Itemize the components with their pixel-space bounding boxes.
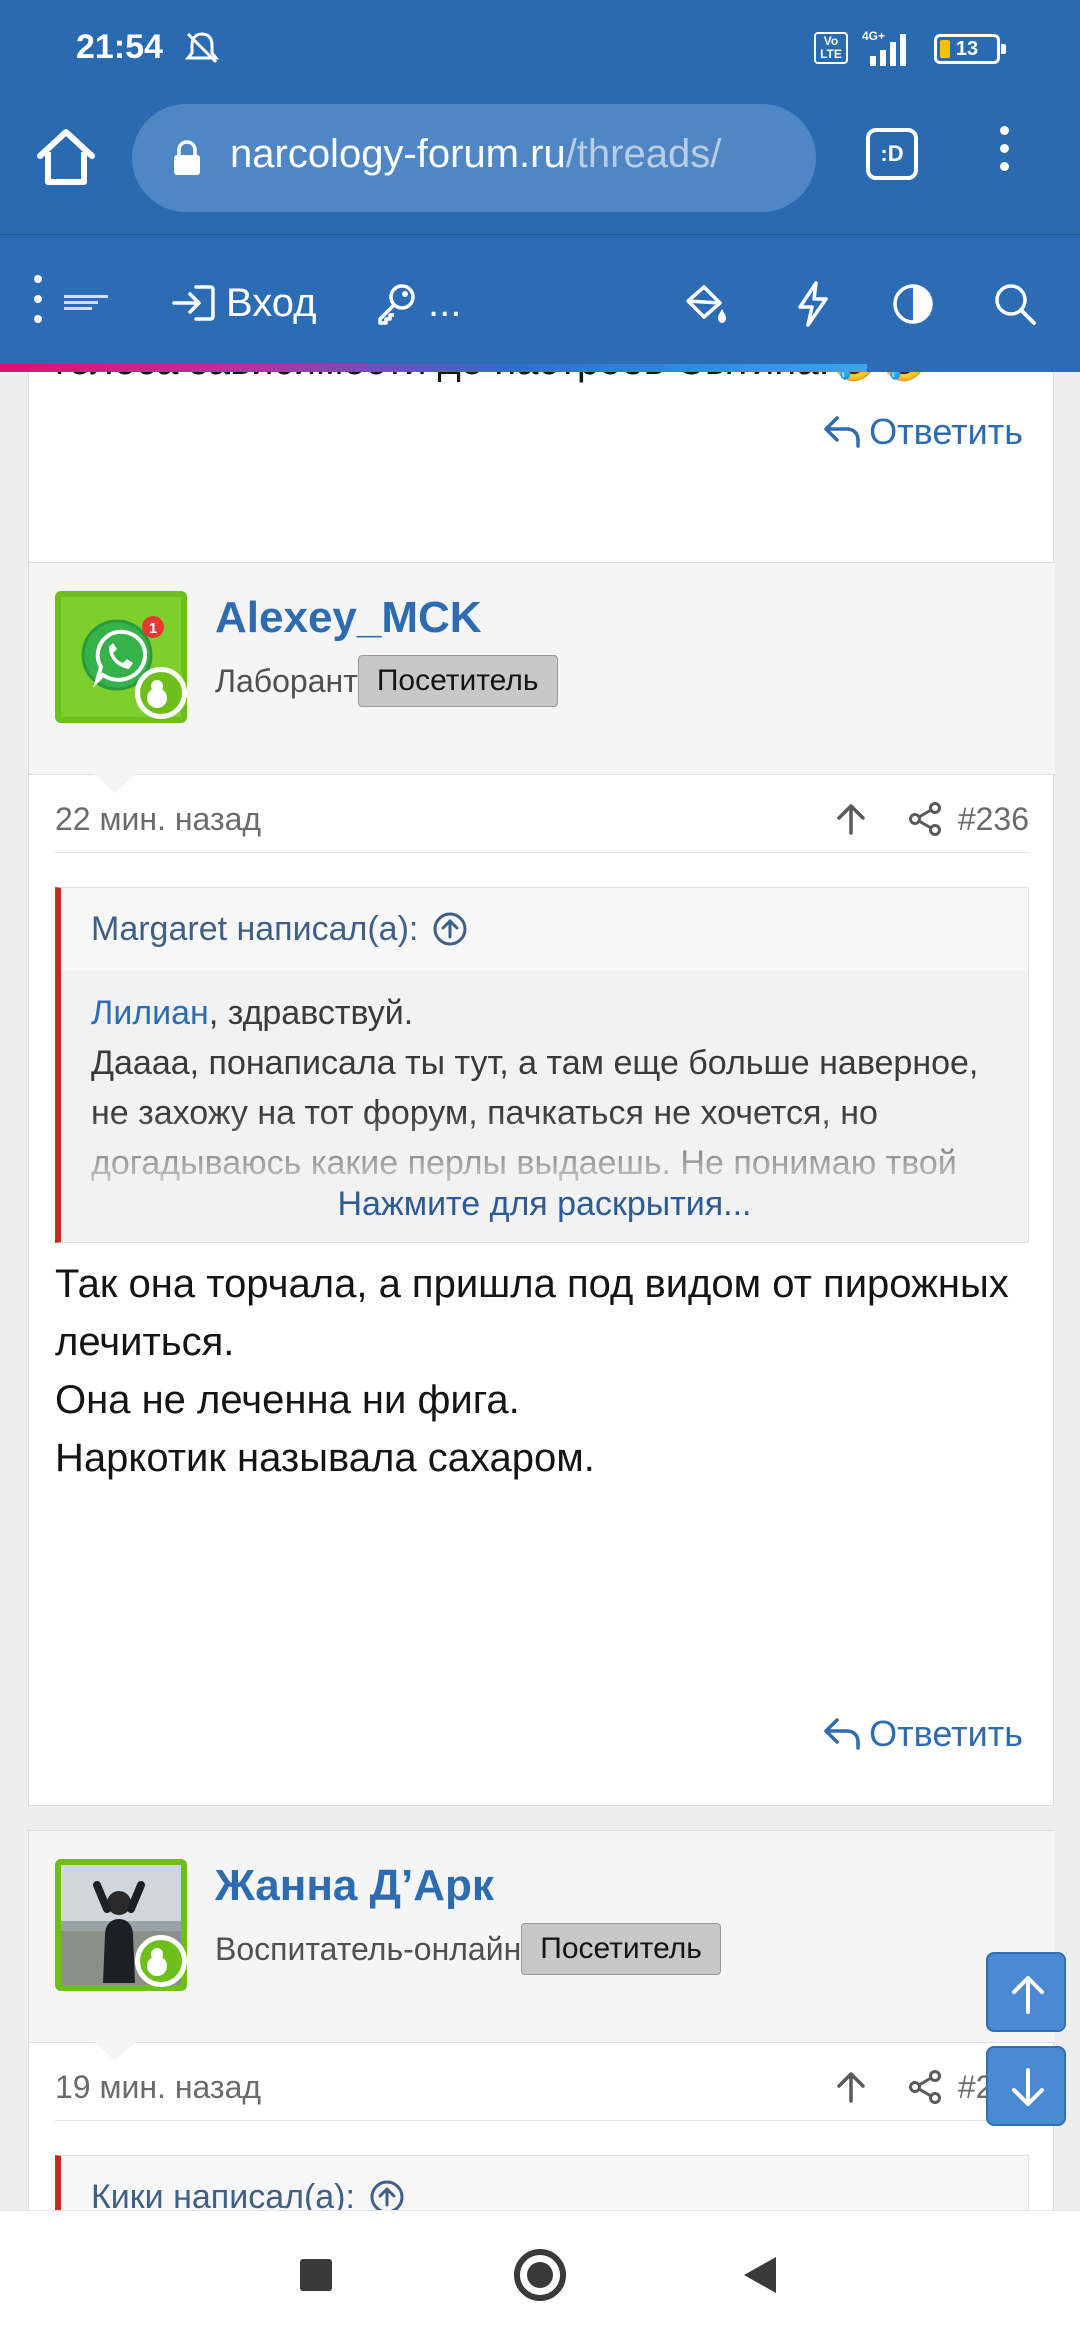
online-status-icon <box>135 1935 187 1987</box>
recents-button[interactable] <box>300 2259 332 2291</box>
signal-icon: 4G+ <box>862 29 906 66</box>
system-navigation-bar <box>0 2210 1080 2340</box>
login-icon <box>172 285 215 321</box>
user-block-pointer <box>93 773 137 793</box>
do-not-disturb-icon <box>184 32 220 64</box>
address-bar[interactable]: narcology-forum.ru/threads/ <box>132 104 816 212</box>
username[interactable]: Alexey_MCK <box>215 593 482 643</box>
reply-button[interactable]: Ответить <box>823 1713 1023 1755</box>
key-icon <box>378 284 415 325</box>
user-badge: Посетитель <box>521 1923 721 1975</box>
user-rank: Лаборант <box>215 662 358 699</box>
go-to-quote-icon[interactable] <box>432 911 468 947</box>
quote-header[interactable]: Margaret написал(а): <box>61 888 1028 970</box>
quote-block: Margaret написал(а): Лилиан, здравствуй.… <box>55 887 1029 1243</box>
post-body: Так она торчала, а пришла под видом от п… <box>55 1255 1029 1487</box>
quote-author: Кики написал(а): <box>91 2177 355 2211</box>
register-link[interactable]: ... <box>374 275 461 331</box>
go-to-quote-icon[interactable] <box>369 2179 405 2210</box>
share-icon[interactable] <box>907 2069 943 2105</box>
forum-navigation: Вход ... <box>0 234 1080 372</box>
page-progress-bar <box>0 364 1080 372</box>
forum-logo[interactable] <box>64 295 108 310</box>
reply-label: Ответить <box>869 411 1023 452</box>
mention-link[interactable]: Лилиан <box>91 994 209 1032</box>
battery-level: 13 <box>955 38 979 60</box>
post-number[interactable]: #236 <box>958 801 1029 838</box>
user-block-pointer <box>93 2041 137 2061</box>
lock-icon <box>174 140 200 175</box>
url-text: narcology-forum.ru/threads/ <box>230 132 721 177</box>
post-text-line: голоса зависимости до настроев Сытина.🤣🤣 <box>55 372 929 384</box>
user-title: Лаборант Посетитель <box>215 655 558 707</box>
user-title: Воспитатель-онлайн Посетитель <box>215 1923 721 1975</box>
home-button[interactable] <box>514 2249 566 2301</box>
post-time[interactable]: 19 мин. назад <box>55 2069 261 2106</box>
arrow-up-icon[interactable] <box>833 801 869 837</box>
reply-label: Ответить <box>869 1713 1023 1754</box>
network-type: 4G+ <box>862 29 885 43</box>
nav-menu-icon[interactable] <box>34 275 48 335</box>
thread-content: голоса зависимости до настроев Сытина.🤣🤣… <box>0 372 1080 2210</box>
avatar-notification-count: 1 <box>149 620 157 637</box>
arrow-up-icon <box>1012 1976 1044 2014</box>
url-path: /threads/ <box>565 132 722 176</box>
scroll-bottom-button[interactable] <box>986 2046 1066 2126</box>
url-domain: narcology-forum.ru <box>230 132 566 176</box>
quote-block: Кики написал(а): <box>55 2155 1029 2210</box>
back-button[interactable] <box>744 2257 776 2293</box>
browser-menu-icon[interactable] <box>984 120 1024 184</box>
status-bar: 21:54 Vo LTE 4G+ 13 <box>0 0 1080 96</box>
arrow-down-icon <box>1012 2068 1044 2106</box>
status-time: 21:54 <box>76 28 163 66</box>
post-meta: 22 мин. назад #236 <box>55 795 1029 853</box>
arrow-up-icon[interactable] <box>833 2069 869 2105</box>
quote-header[interactable]: Кики написал(а): <box>61 2156 1028 2210</box>
user-rank: Воспитатель-онлайн <box>215 1930 522 1967</box>
reply-icon <box>824 416 860 448</box>
post: Жанна Д’Арк Воспитатель-онлайн Посетител… <box>28 1830 1055 2210</box>
post-time[interactable]: 22 мин. назад <box>55 801 261 838</box>
post: 1 Alexey_MCK Лаборант Посетитель 22 мин.… <box>28 562 1055 1806</box>
user-block: 1 Alexey_MCK Лаборант Посетитель <box>29 563 1055 775</box>
tabs-button[interactable]: :D <box>866 128 918 180</box>
more-label: ... <box>428 280 462 325</box>
battery-icon: 13 <box>934 34 1006 64</box>
quote-author: Margaret написал(а): <box>91 909 419 948</box>
browser-toolbar: narcology-forum.ru/threads/ :D <box>0 96 1080 234</box>
post-body-line: Наркотик называла сахаром. <box>55 1436 595 1480</box>
reply-button[interactable]: Ответить <box>823 411 1023 453</box>
post-meta: 19 мин. назад #237 <box>55 2063 1029 2121</box>
lightning-icon[interactable] <box>788 279 838 329</box>
quote-greeting: , здравствуй. <box>208 994 414 1032</box>
login-label: Вход <box>226 280 317 325</box>
login-link[interactable]: Вход <box>172 275 317 331</box>
home-icon[interactable] <box>30 122 102 194</box>
volte-icon: Vo LTE <box>814 32 848 64</box>
user-block: Жанна Д’Арк Воспитатель-онлайн Посетител… <box>29 1831 1055 2043</box>
contrast-icon[interactable] <box>888 279 938 329</box>
expand-quote-link[interactable]: Нажмите для раскрытия... <box>61 1185 1028 1224</box>
online-status-icon <box>135 667 187 719</box>
scroll-top-button[interactable] <box>986 1952 1066 2032</box>
paint-bucket-icon[interactable] <box>680 279 730 329</box>
post-body-line: Она не леченна ни фига. <box>55 1378 520 1422</box>
post-body-line: Так она торчала, а пришла под видом от п… <box>55 1262 1009 1364</box>
user-badge: Посетитель <box>357 655 558 707</box>
share-icon[interactable] <box>907 801 943 837</box>
reply-icon <box>824 1718 860 1750</box>
search-icon[interactable] <box>990 279 1040 329</box>
username[interactable]: Жанна Д’Арк <box>215 1861 494 1911</box>
